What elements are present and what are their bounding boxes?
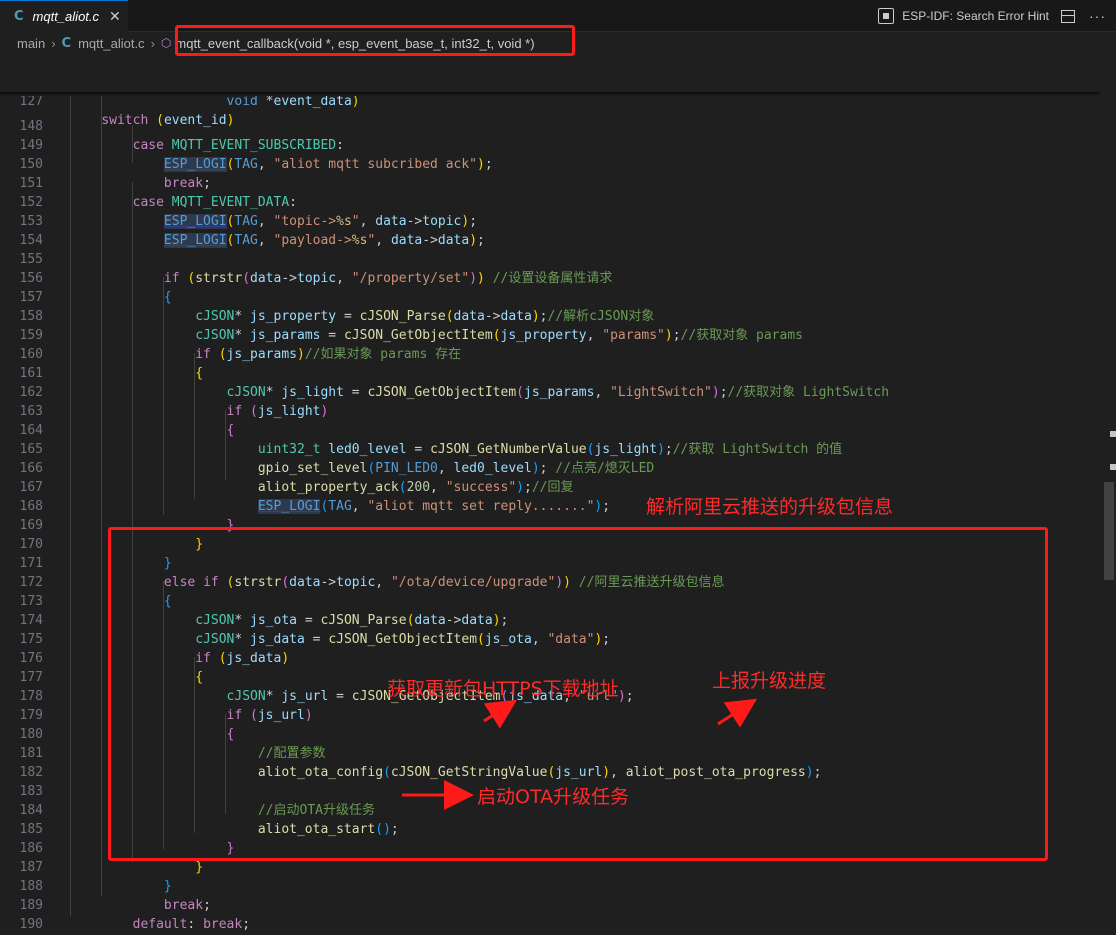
code-line[interactable]: 155 if (strstr(data->topic, "/property/s…	[0, 231, 1100, 286]
breadcrumb-file[interactable]: mqtt_aliot.c	[78, 36, 144, 51]
code-line[interactable]: 189 default: break;	[0, 877, 1100, 932]
annotation-get-url: 获取更新包HTTPS下载地址	[387, 678, 619, 700]
code-line[interactable]: 156 {	[0, 250, 1100, 305]
code-line[interactable]: 165 gpio_set_level(PIN_LED0, led0_level)…	[0, 421, 1100, 476]
annotation-start-task: 启动OTA升级任务	[477, 786, 630, 808]
code-line[interactable]: 168 }	[0, 478, 1100, 533]
sticky-line[interactable]: 127 switch (event_id)	[0, 73, 1100, 128]
code-line[interactable]: 152 ESP_LOGI(TAG, "topic->%s", data->top…	[0, 174, 1100, 229]
code-line[interactable]: 161 cJSON* js_light = cJSON_GetObjectIte…	[0, 345, 1100, 400]
split-editor-icon[interactable]	[1061, 9, 1075, 23]
breadcrumb-folder[interactable]: main	[17, 36, 45, 51]
code-line[interactable]: 149 ESP_LOGI(TAG, "aliot mqtt subcribed …	[0, 117, 1100, 172]
code-line[interactable]: 151 case MQTT_EVENT_DATA:	[0, 155, 1100, 210]
scroll-marker	[1110, 431, 1116, 437]
code-line[interactable]: 158 cJSON* js_params = cJSON_GetObjectIt…	[0, 288, 1100, 343]
code-line[interactable]: 169 }	[0, 497, 1100, 552]
code-line[interactable]: 148 case MQTT_EVENT_SUBSCRIBED:	[0, 98, 1100, 153]
scroll-marker	[1110, 464, 1116, 470]
code-line[interactable]: 154	[0, 212, 1100, 248]
code-line[interactable]: 162 if (js_light)	[0, 364, 1100, 419]
chevron-right-icon: ›	[150, 35, 155, 51]
code-line[interactable]: 160 {	[0, 326, 1100, 381]
sticky-scroll-shadow	[0, 92, 1100, 96]
code-line[interactable]: 159 if (js_params)//如果对象 params 存在	[0, 307, 1100, 362]
code-line[interactable]: 166 aliot_property_ack(200, "success");/…	[0, 440, 1100, 495]
code-line[interactable]: 164 uint32_t led0_level = cJSON_GetNumbe…	[0, 402, 1100, 457]
c-file-icon: C	[14, 9, 24, 24]
function-highlight-box	[175, 25, 575, 56]
function-cube-icon: ⬡	[160, 36, 172, 50]
more-actions-icon[interactable]: ···	[1089, 8, 1106, 24]
code-line[interactable]: 167 ESP_LOGI(TAG, "aliot mqtt set reply.…	[0, 459, 1100, 514]
tab-label: mqtt_aliot.c	[32, 9, 100, 24]
tab-mqtt-aliot[interactable]: C mqtt_aliot.c ✕	[0, 0, 128, 32]
code-line[interactable]: 190 }	[0, 896, 1100, 932]
code-line[interactable]: 150 break;	[0, 136, 1100, 191]
sticky-line[interactable]: 124 void *event_data)	[0, 54, 1100, 109]
annotation-report-progress: 上报升级进度	[712, 670, 827, 692]
editor-actions: ESP-IDF: Search Error Hint ···	[878, 0, 1106, 32]
chevron-right-icon: ›	[51, 35, 56, 51]
scrollbar-thumb[interactable]	[1104, 482, 1114, 580]
c-file-icon: C	[61, 35, 72, 51]
espidf-search-error-hint-button[interactable]: ESP-IDF: Search Error Hint	[902, 9, 1049, 23]
annotation-parse-title: 解析阿里云推送的升级包信息	[646, 496, 894, 518]
esp-idf-icon[interactable]	[878, 8, 895, 24]
close-icon[interactable]: ✕	[109, 9, 121, 25]
code-line[interactable]: 191 }	[0, 915, 1100, 934]
code-line[interactable]: 163 {	[0, 383, 1100, 438]
vertical-scrollbar[interactable]	[1102, 54, 1116, 935]
code-line[interactable]: 157 cJSON* js_property = cJSON_Parse(dat…	[0, 269, 1100, 324]
code-line[interactable]: 153 ESP_LOGI(TAG, "payload->%s", data->d…	[0, 193, 1100, 248]
